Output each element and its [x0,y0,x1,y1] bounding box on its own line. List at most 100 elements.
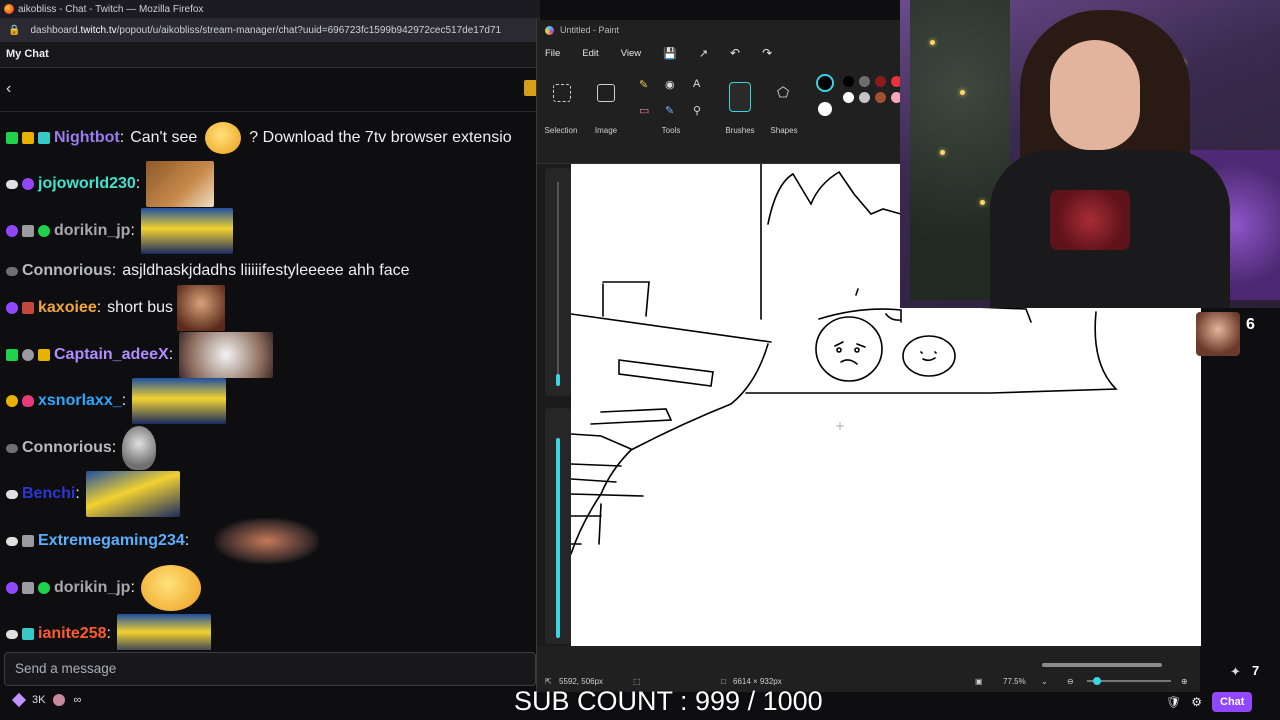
chat-button[interactable]: Chat [1212,692,1253,712]
chat-message: Benchi: [6,471,180,517]
webcam-feed [900,0,1280,308]
chat-username[interactable]: kaxoiee [38,299,97,317]
url-prefix: dashboard. [30,24,81,36]
paint-app-icon [545,25,554,35]
text-icon[interactable]: A [693,78,700,90]
chat-colon: : [111,262,117,279]
chat-username[interactable]: Captain_adeeX [54,346,169,364]
horizontal-scrollbar[interactable] [1042,663,1162,667]
palette-swatch[interactable] [859,92,870,103]
zoom-level[interactable]: 77.5% [1003,677,1026,686]
zoom-dropdown-icon[interactable]: ⌄ [1041,677,1048,686]
menu-edit[interactable]: Edit [582,48,598,59]
shapes-label: Shapes [770,126,798,135]
channel-points[interactable]: 3K ∞ [11,692,82,708]
mute-badge-icon [22,225,34,237]
settings-gear-icon[interactable]: ⚙ [1191,695,1202,709]
viewer-avatar [1196,312,1240,356]
avatar-icon [53,694,66,706]
magnifier-icon[interactable]: ⚲ [693,104,701,117]
minion-emote [140,208,233,254]
chat-colon: : [130,222,135,239]
sparkle-icon[interactable]: ✦ [1230,664,1241,680]
redo-icon[interactable]: ↷ [762,46,772,60]
palette-swatch[interactable] [875,92,886,103]
url-path: /popout/u/aikobliss/stream-manager/chat?… [116,24,502,36]
palette-swatch[interactable] [875,76,886,87]
minion-emote [116,614,211,650]
menu-view[interactable]: View [621,48,641,59]
chat-username[interactable]: xsnorlaxx_ [38,392,122,410]
menu-file[interactable]: File [545,48,560,59]
chat-colon: : [106,625,111,642]
secondary-color-swatch[interactable] [818,102,832,116]
chat-colon: : [184,532,190,549]
brushes-label: Brushes [725,126,755,135]
dog-emote [146,161,215,207]
browser-title-bar: aikobliss - Chat - Twitch — Mozilla Fire… [0,0,540,18]
send-message-input[interactable]: Send a message [4,652,536,686]
undo-icon[interactable]: ↶ [730,46,740,60]
chat-username[interactable]: dorikin_jp [54,579,130,597]
cloud-badge-icon [6,629,18,639]
worried-face-emote [140,565,201,611]
chat-username[interactable]: jojoworld230 [38,175,136,193]
firefox-icon [4,4,14,14]
chat-colon: : [111,439,117,456]
zoom-out-icon[interactable]: ⊖ [1067,677,1074,686]
eraser-icon[interactable]: ▭ [639,104,649,117]
7tv-icon[interactable]: 7 [1252,663,1259,678]
opacity-slider[interactable] [545,408,571,644]
infinity-badge: ∞ [73,694,82,706]
chat-username[interactable]: Connorious [22,262,112,280]
crown-badge-icon [38,349,50,361]
chat-username[interactable]: dorikin_jp [54,222,130,240]
palette-swatch[interactable] [843,92,854,103]
palette-swatch[interactable] [859,76,870,87]
cursor-icon: ⇱ [545,676,552,686]
minion-emote [132,378,227,424]
chat-username[interactable]: Connorious [22,439,112,457]
prime-badge-icon [6,225,18,237]
pencil-icon[interactable]: ✎ [639,78,648,91]
screaming-face-emote [176,285,225,331]
share-icon[interactable]: ↗ [699,47,708,60]
chat-colon: : [135,175,141,192]
chat-message: dorikin_jp: [6,565,201,611]
viewer-count: 6 [1246,316,1255,333]
shapes-icon[interactable]: ⬠ [777,84,789,101]
brush-size-slider[interactable] [545,168,571,396]
cat-emote [179,332,274,378]
chat-message: Connorious: asjldhaskjdadhs liiiiifestyl… [6,259,410,283]
zoom-in-icon[interactable]: ⊕ [1181,677,1188,686]
chat-message: ianite258: [6,614,211,650]
back-chevron-icon[interactable]: ‹ [6,80,11,98]
url-domain: twitch.tv [80,24,117,36]
image-icon[interactable] [597,84,615,102]
fit-icon[interactable]: ▣ [975,677,983,686]
browser-title: aikobliss - Chat - Twitch — Mozilla Fire… [18,3,204,15]
url-text[interactable]: dashboard.twitch.tv/popout/u/aikobliss/s… [30,25,501,36]
lock-icon: 🔒 [8,24,21,36]
palette-swatch[interactable] [843,76,854,87]
chat-username[interactable]: Benchi [22,485,75,503]
chat-message-list[interactable]: Nightbot: Can't see ? Download the 7tv b… [0,118,540,650]
chat-username[interactable]: Nightbot [54,129,120,147]
cloud-badge-icon [6,179,18,189]
fill-icon[interactable]: ◉ [665,78,675,91]
mute-badge-icon [22,582,34,594]
selection-icon[interactable] [553,84,571,102]
chat-username[interactable]: Extremegaming234 [38,532,185,550]
canvas-size-icon: □ [721,676,726,686]
zoom-slider-thumb[interactable] [1093,677,1101,685]
paint-title: Untitled - Paint [560,25,620,35]
brush-icon[interactable] [729,82,751,112]
current-color-swatch[interactable] [816,74,834,92]
save-icon[interactable]: 💾 [663,47,677,60]
chat-username[interactable]: ianite258 [38,625,106,643]
shield-icon[interactable]: 🛡 [1166,695,1181,709]
chat-message: jojoworld230: [6,161,215,207]
cloud-badge-icon [6,536,18,546]
color-picker-icon[interactable]: ✎ [665,104,674,117]
address-bar[interactable]: 🔒 dashboard.twitch.tv/popout/u/aikobliss… [0,18,540,42]
